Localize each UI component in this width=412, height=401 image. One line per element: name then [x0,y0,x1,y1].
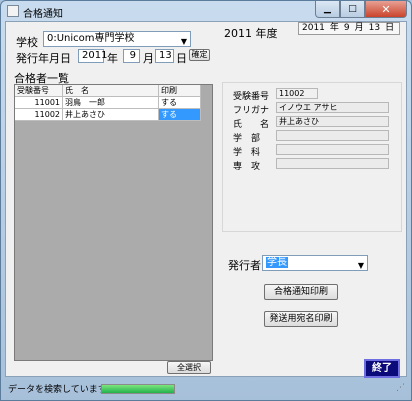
exam-no-value: 11002 [276,88,318,99]
school-select-value: 0:Unicom専門学校 [47,33,135,44]
window-title: 合格通知 [23,9,63,20]
row-exam-no: 11002 [15,109,63,121]
app-icon [7,5,19,17]
column-header-exam-no[interactable]: 受験番号 [15,85,63,97]
department-value [276,144,389,155]
issue-year-unit: 年 [107,52,118,65]
top-date-day-unit: 日 [385,23,395,33]
maximize-icon: □ [348,4,357,14]
resize-grip-icon[interactable]: ⋰ [396,383,405,393]
column-header-print[interactable]: 印刷 [159,85,201,97]
close-button[interactable]: ✕ [365,1,407,18]
issuer-select-value: 学長 [266,257,288,268]
issue-date-label: 発行年月日 [16,52,71,65]
issue-month-unit: 月 [143,52,154,65]
department-label: 学 科 [233,148,261,158]
school-label: 学校 [16,36,38,49]
top-date-day: 13 [368,23,381,33]
faculty-value [276,130,389,141]
school-select[interactable]: 0:Unicom専門学校 ▼ [43,31,191,47]
top-date-month: 9 [343,23,350,33]
window-controls: ▁ □ ✕ [315,1,407,18]
row-print-selected[interactable]: する [159,109,201,121]
client-area: 学校 0:Unicom専門学校 ▼ 2011 年度 2011 年 9 月 13 … [5,21,407,378]
app-window: 合格通知 ▁ □ ✕ 学校 0:Unicom専門学校 ▼ 2011 年度 201… [0,0,412,401]
grid-header: 受験番号 氏 名 印刷 [15,85,201,97]
confirm-date-button[interactable]: 確定 [189,49,210,61]
issue-day-unit: 日 [176,52,187,65]
detail-panel: 受験番号 11002 フリガナ イノウエ アサヒ 氏 名 井上あさひ 学 部 学… [222,82,402,232]
minimize-button[interactable]: ▁ [315,1,340,18]
top-date-year-unit: 年 [329,23,339,33]
name-label: 氏 名 [233,120,270,130]
top-date-display: 2011 年 9 月 13 日 [298,22,400,35]
row-print[interactable]: する [159,97,201,109]
major-value [276,158,389,169]
faculty-label: 学 部 [233,134,261,144]
issue-month-field[interactable]: 9 [123,49,140,63]
close-icon: ✕ [381,2,391,16]
exit-button[interactable]: 終了 [364,359,400,378]
passer-list-grid[interactable]: 受験番号 氏 名 印刷 11001 羽鳥 一郎 する 11002 井上あさひ す… [14,84,213,361]
name-value: 井上あさひ [276,116,389,127]
top-date-year: 2011 [302,23,325,33]
row-exam-no: 11001 [15,97,63,109]
chevron-down-icon: ▼ [357,261,364,270]
issue-year-field[interactable]: 2011 [78,49,107,63]
maximize-button[interactable]: □ [340,1,365,18]
issuer-label: 発行者 [228,259,261,272]
chevron-down-icon: ▼ [180,37,187,46]
column-header-name[interactable]: 氏 名 [63,85,159,97]
select-all-button[interactable]: 全選択 [167,361,211,374]
furigana-label: フリガナ [233,106,270,116]
issue-day-field[interactable]: 13 [155,49,174,63]
row-name: 井上あさひ [63,109,159,121]
table-row[interactable]: 11002 井上あさひ する [15,109,201,121]
top-date-month-unit: 月 [354,23,364,33]
minimize-icon: ▁ [324,4,331,14]
title-bar[interactable]: 合格通知 ▁ □ ✕ [1,1,411,21]
print-notice-button[interactable]: 合格通知印刷 [264,284,338,300]
print-address-button[interactable]: 発送用宛名印刷 [264,311,338,327]
progress-bar [101,384,175,394]
status-bar: データを検索しています。 ⋰ [5,380,407,396]
major-label: 専 攻 [233,162,261,172]
furigana-value: イノウエ アサヒ [276,102,389,113]
status-text: データを検索しています。 [8,385,115,395]
table-row[interactable]: 11001 羽鳥 一郎 する [15,97,201,109]
fiscal-year-text: 2011 年度 [224,27,278,40]
issuer-select[interactable]: 学長 ▼ [262,255,368,271]
exam-no-label: 受験番号 [233,92,270,102]
progress-fill [102,385,174,393]
row-name: 羽鳥 一郎 [63,97,159,109]
